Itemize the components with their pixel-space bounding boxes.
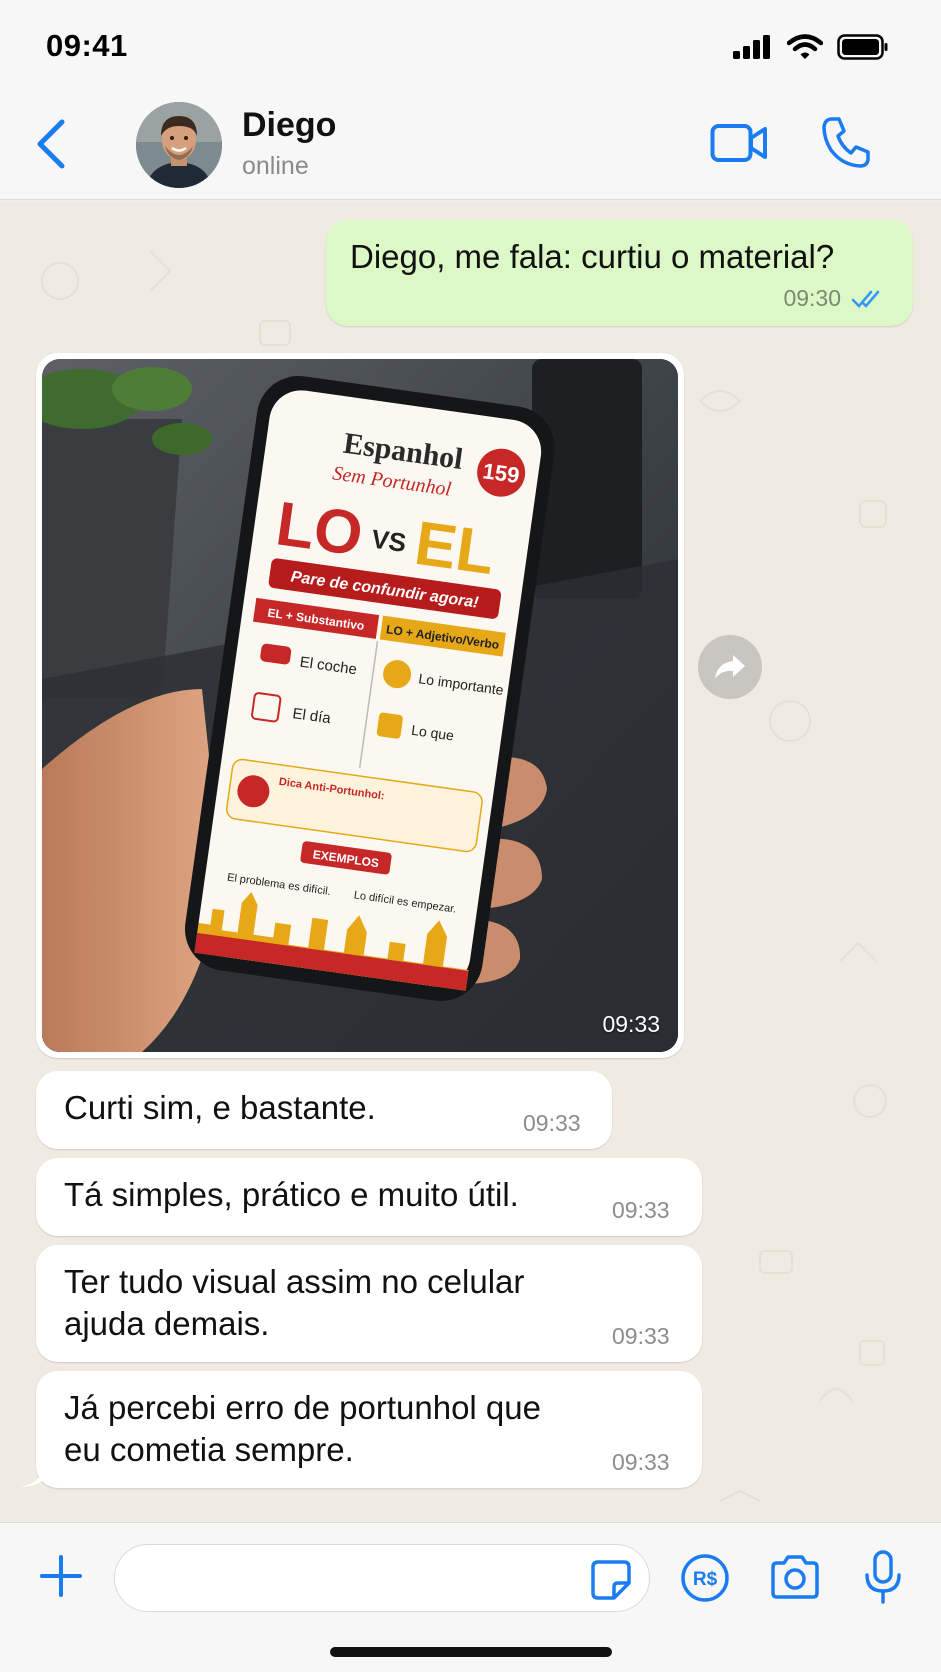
message-time: 09:33: [612, 1449, 670, 1475]
status-time: 09:41: [46, 28, 128, 63]
phone-photo: Espanhol Sem Portunhol 159 LO VS EL Pare…: [42, 359, 678, 1052]
double-check-icon: [851, 290, 880, 308]
svg-text:R$: R$: [693, 1569, 718, 1590]
message-time: 09:33: [612, 1323, 670, 1349]
message-time: 09:33: [612, 1197, 670, 1223]
message-input[interactable]: [114, 1544, 650, 1612]
message-text: Ter tudo visual assim no celular ajuda d…: [64, 1263, 525, 1342]
chat-area[interactable]: Diego, me fala: curtiu o material? 09:30: [0, 201, 941, 1521]
status-bar: 09:41: [0, 0, 941, 92]
image-message[interactable]: Espanhol Sem Portunhol 159 LO VS EL Pare…: [36, 353, 684, 1058]
incoming-message[interactable]: Já percebi erro de portunhol que eu come…: [36, 1371, 702, 1488]
camera-button[interactable]: [768, 1553, 822, 1601]
payment-button[interactable]: R$: [680, 1553, 730, 1603]
avatar[interactable]: [136, 102, 222, 188]
incoming-message[interactable]: Curti sim, e bastante. 09:33: [36, 1071, 612, 1149]
poster-title-vs: VS: [370, 523, 409, 558]
incoming-message[interactable]: Tá simples, prático e muito útil. 09:33: [36, 1158, 702, 1236]
contact-status: online: [242, 152, 309, 180]
microphone-icon: [865, 1550, 901, 1604]
poster-number: 159: [481, 458, 521, 488]
message-time: 09:33: [523, 1110, 581, 1136]
poster-title-right: EL: [411, 509, 499, 588]
home-indicator[interactable]: [330, 1647, 612, 1657]
back-button[interactable]: [30, 116, 74, 172]
cellular-signal-icon: [733, 35, 770, 59]
input-bar: R$: [0, 1522, 941, 1672]
forward-arrow-icon: [715, 655, 745, 679]
message-text: Curti sim, e bastante.: [64, 1089, 376, 1126]
message-field[interactable]: [135, 1555, 565, 1601]
phone-icon: [822, 117, 870, 168]
plus-icon: [40, 1555, 82, 1597]
back-chevron-icon: [37, 119, 65, 169]
chat-header: Diego online: [0, 92, 941, 200]
wifi-icon: [787, 34, 823, 59]
image-thumbnail[interactable]: Espanhol Sem Portunhol 159 LO VS EL Pare…: [42, 359, 678, 1052]
contact-name[interactable]: Diego: [242, 106, 336, 145]
message-text: Diego, me fala: curtiu o material?: [350, 238, 835, 275]
image-time: 09:33: [602, 1011, 660, 1037]
microphone-button[interactable]: [862, 1549, 904, 1605]
pix-payment-icon: R$: [681, 1554, 729, 1602]
battery-icon: [837, 34, 888, 60]
attach-button[interactable]: [38, 1553, 84, 1599]
sticker-icon: [591, 1560, 631, 1600]
poster-title-left: LO: [272, 489, 367, 569]
sticker-button[interactable]: [590, 1559, 632, 1601]
voice-call-button[interactable]: [820, 114, 872, 170]
status-icons: [733, 34, 889, 60]
outgoing-message[interactable]: Diego, me fala: curtiu o material? 09:30: [326, 220, 913, 326]
camera-icon: [771, 1555, 819, 1599]
forward-button[interactable]: [698, 635, 762, 699]
incoming-message[interactable]: Ter tudo visual assim no celular ajuda d…: [36, 1245, 702, 1362]
video-camera-icon: [710, 124, 767, 162]
message-text: Tá simples, prático e muito útil.: [64, 1176, 519, 1213]
video-call-button[interactable]: [710, 118, 768, 168]
message-text: Já percebi erro de portunhol que eu come…: [64, 1389, 541, 1468]
message-time: 09:30: [783, 285, 841, 311]
incoming-bubble-tail: [20, 1463, 46, 1487]
